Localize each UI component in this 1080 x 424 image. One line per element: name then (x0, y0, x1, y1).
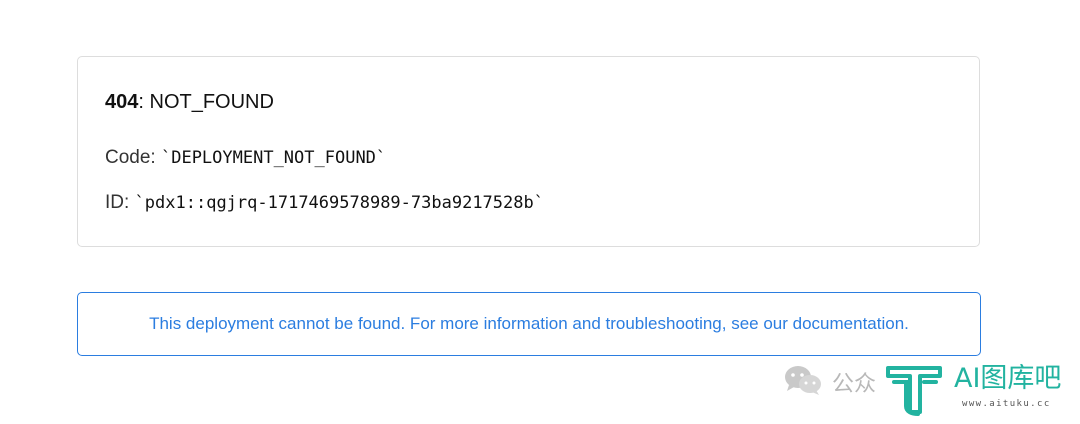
wechat-icon (785, 366, 821, 395)
info-box: This deployment cannot be found. For mor… (77, 292, 981, 356)
error-title: 404: NOT_FOUND (105, 91, 274, 113)
error-code-row: Code: `DEPLOYMENT_NOT_FOUND` (105, 147, 386, 169)
id-label: ID: (105, 192, 135, 213)
status-code: 404 (105, 91, 139, 113)
code-value: `DEPLOYMENT_NOT_FOUND` (160, 148, 387, 168)
watermark-url: www.aituku.cc (962, 399, 1051, 409)
info-message[interactable]: This deployment cannot be found. For mor… (149, 314, 909, 334)
id-value: `pdx1::qgjrq-1717469578989-73ba9217528b` (134, 193, 544, 213)
code-label: Code: (105, 147, 161, 168)
error-page: 404: NOT_FOUND Code: `DEPLOYMENT_NOT_FOU… (0, 0, 1080, 424)
error-id-row: ID: `pdx1::qgjrq-1717469578989-73ba92175… (105, 192, 544, 214)
watermark-brand: AI图库吧 (954, 363, 1062, 394)
error-card: 404: NOT_FOUND Code: `DEPLOYMENT_NOT_FOU… (77, 56, 980, 247)
status-separator: : (138, 91, 150, 113)
aituku-logo-icon (884, 362, 944, 418)
status-text: NOT_FOUND (149, 91, 274, 113)
watermark-account-text: 公众 (832, 372, 877, 397)
